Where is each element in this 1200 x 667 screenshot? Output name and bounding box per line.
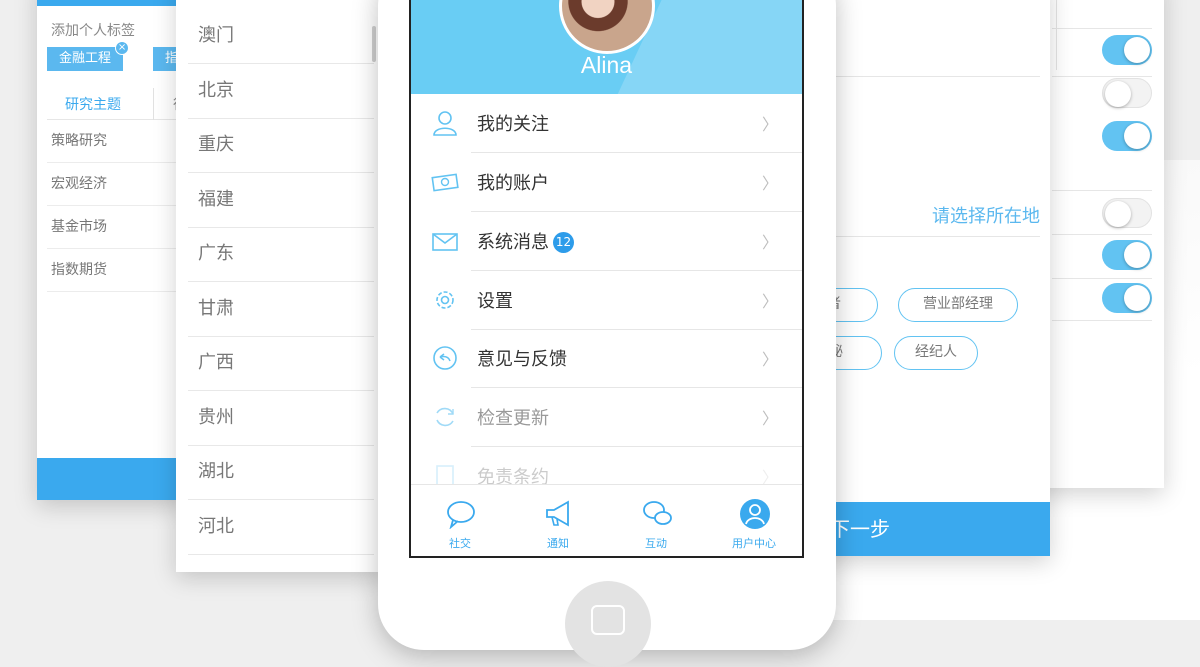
menu-item-my-account[interactable]: 我的账户 〉 (411, 153, 802, 212)
chevron-right-icon: 〉 (761, 174, 778, 193)
province-item[interactable]: 河北 (188, 500, 374, 555)
list-item[interactable]: 基金市场 (47, 206, 189, 249)
region-select[interactable]: 请选择所在地 (932, 202, 1040, 228)
tab-user-center[interactable]: 用户中心 (705, 485, 802, 556)
list-item[interactable]: 宏观经济 (47, 163, 189, 206)
toggle-switch[interactable] (1102, 78, 1152, 108)
tag-panel-bottom-bar[interactable] (37, 458, 189, 500)
chevron-right-icon: 〉 (761, 233, 778, 252)
toggle-switch[interactable] (1102, 198, 1152, 228)
home-button[interactable] (565, 581, 651, 667)
menu-item-my-follows[interactable]: 我的关注 〉 (411, 94, 802, 153)
province-panel: 澳门 北京 重庆 福建 广东 甘肃 广西 贵州 湖北 河北 (176, 0, 386, 572)
user-name: Alina (580, 52, 633, 78)
chevron-right-icon: 〉 (761, 409, 778, 428)
divider (1052, 190, 1152, 191)
tag-panel: 添加个人标签 金融工程 × 指 研究主题 行 策略研究 宏观经济 基金市场 指数… (37, 0, 189, 500)
province-item[interactable]: 广西 (188, 336, 374, 391)
toggle-switch[interactable] (1102, 240, 1152, 270)
tab-label: 互动 (645, 537, 667, 550)
tab-label: 用户中心 (732, 537, 776, 550)
tag-chip[interactable]: 金融工程 × (47, 41, 130, 71)
tab-label: 通知 (547, 537, 569, 550)
mail-icon (432, 233, 458, 251)
toggle-knob (1124, 123, 1150, 149)
user-icon (433, 111, 457, 136)
menu-item-label: 设置 (477, 291, 513, 312)
province-item[interactable]: 福建 (188, 173, 374, 228)
home-square-icon (591, 605, 625, 635)
unread-badge: 12 (553, 232, 574, 253)
chevron-right-icon: 〉 (761, 350, 778, 369)
divider (1052, 28, 1152, 29)
tab-research-topic[interactable]: 研究主题 (65, 94, 121, 114)
tag-panel-title: 添加个人标签 (51, 23, 135, 39)
tag-panel-top-bar (37, 0, 189, 6)
chevron-right-icon: 〉 (761, 115, 778, 134)
divider (1052, 278, 1152, 279)
megaphone-icon (546, 500, 569, 527)
chat-bubble-icon (447, 501, 475, 529)
province-item[interactable]: 湖北 (188, 445, 374, 500)
user-center-icon (740, 499, 770, 529)
tab-label: 社交 (449, 537, 471, 550)
gear-icon (436, 291, 454, 309)
refresh-icon (436, 407, 454, 427)
tab-interaction[interactable]: 互动 (607, 485, 705, 556)
toggle-knob (1105, 201, 1131, 227)
chats-icon (643, 501, 672, 525)
list-item[interactable]: 指数期货 (47, 249, 189, 292)
toggle-switch[interactable] (1102, 283, 1152, 313)
province-item[interactable]: 广东 (188, 227, 374, 282)
province-item[interactable]: 重庆 (188, 118, 374, 173)
province-item[interactable]: 贵州 (188, 391, 374, 446)
feedback-icon (433, 346, 457, 370)
toggle-switch[interactable] (1102, 35, 1152, 65)
tab-divider (153, 88, 154, 120)
toggle-knob (1124, 285, 1150, 311)
tag-tabs: 研究主题 行 (47, 88, 189, 120)
divider (1052, 234, 1152, 235)
menu-item-label: 我的账户 (477, 173, 549, 194)
menu-item-label: 我的关注 (477, 114, 549, 135)
list-item[interactable]: 策略研究 (47, 120, 189, 163)
profile-header: Alina (411, 0, 802, 94)
menu-item-check-update[interactable]: 检查更新 〉 (411, 388, 802, 447)
phone-screen: Alina 我的关注 〉 我的账户 〉 系统消息 12 〉 设置 〉 意见与反馈… (409, 0, 804, 558)
toggle-knob (1124, 37, 1150, 63)
remove-tag-icon[interactable]: × (115, 41, 130, 55)
role-chip[interactable]: 营业部经理 (898, 288, 1018, 322)
divider (1052, 76, 1152, 77)
menu-item-label: 意见与反馈 (477, 349, 567, 370)
divider (1052, 320, 1152, 321)
toggle-knob (1124, 242, 1150, 268)
next-step-button[interactable]: 下一步 (800, 502, 1050, 556)
tag-chip-label: 金融工程 (59, 51, 112, 66)
profile-form-panel: 请选择所在地 者 营业部经理 秘 经纪人 下一步 (800, 0, 1050, 556)
menu-item-label: 检查更新 (477, 408, 549, 429)
menu-item-settings[interactable]: 设置 〉 (411, 271, 802, 330)
menu-item-feedback[interactable]: 意见与反馈 〉 (411, 329, 802, 388)
divider (800, 236, 1040, 237)
chevron-right-icon: 〉 (761, 292, 778, 311)
province-item[interactable]: 澳门 (188, 9, 374, 64)
province-item[interactable]: 北京 (188, 64, 374, 119)
toggle-switch[interactable] (1102, 121, 1152, 151)
menu-item-text: 系统消息 (477, 232, 549, 253)
divider (800, 76, 1040, 77)
role-chip[interactable]: 经纪人 (894, 336, 978, 370)
tab-notifications[interactable]: 通知 (509, 485, 607, 556)
menu-item-label: 系统消息 12 (477, 228, 574, 254)
bottom-tab-bar: 社交 通知 互动 用户中心 (411, 484, 802, 556)
tab-social[interactable]: 社交 (411, 485, 509, 556)
toggle-knob (1105, 81, 1131, 107)
money-icon (431, 173, 459, 192)
province-item[interactable]: 甘肃 (188, 282, 374, 337)
menu-item-system-messages[interactable]: 系统消息 12 〉 (411, 212, 802, 271)
